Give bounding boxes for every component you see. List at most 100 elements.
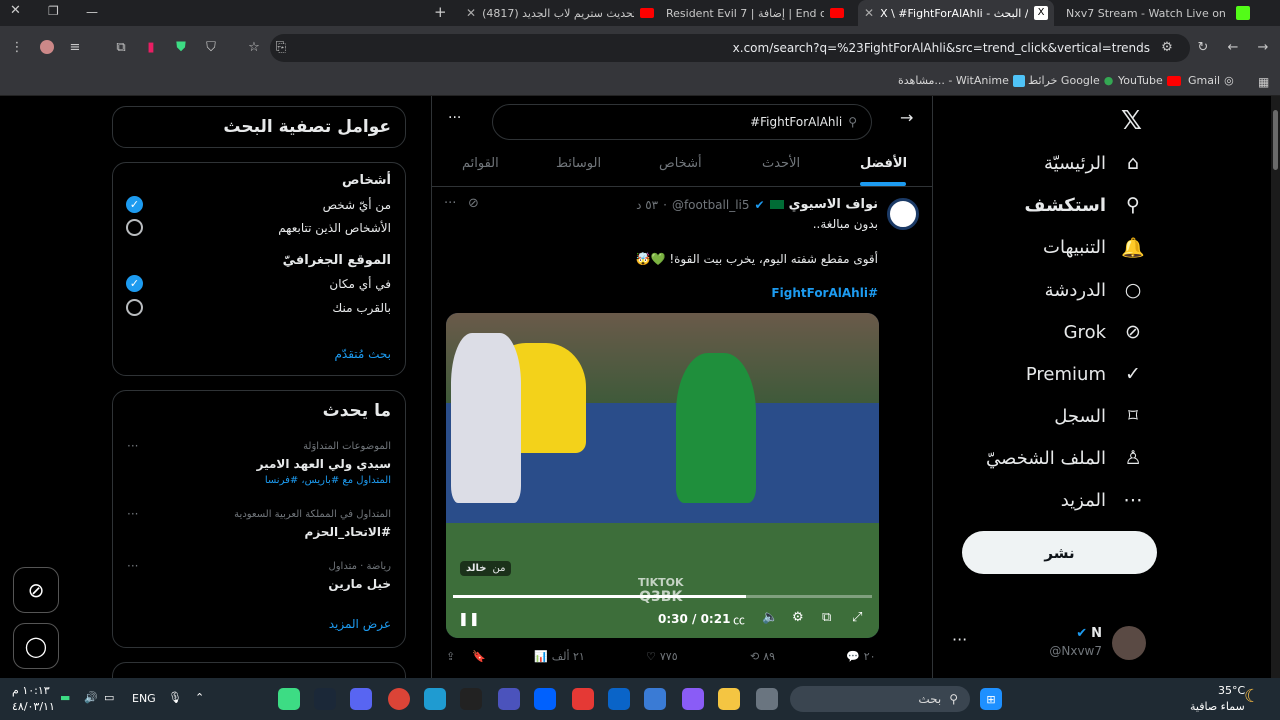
more-icon[interactable]: ··· xyxy=(127,507,138,521)
discord-icon[interactable] xyxy=(350,688,372,710)
fullscreen-icon[interactable]: ⤢ xyxy=(852,610,862,625)
scrollbar-thumb[interactable] xyxy=(1273,110,1278,170)
nav-item-grok[interactable]: Grok ⊘ xyxy=(1064,321,1144,343)
people-option-following[interactable]: الأشخاص الذين تتابعهم xyxy=(278,221,391,235)
advanced-search-link[interactable]: بحث مُتقدّم xyxy=(334,347,391,361)
nav-item-more[interactable]: المزيد ⋯ xyxy=(1061,489,1144,511)
location-option-anywhere[interactable]: في أي مكان xyxy=(329,277,391,291)
copilot-icon[interactable] xyxy=(682,688,704,710)
close-window-icon[interactable]: ✕ xyxy=(10,3,21,18)
restore-icon[interactable]: ❐ xyxy=(48,4,59,18)
nav-item-home[interactable]: الرئيسيّة ⌂ xyxy=(1044,152,1144,174)
tab-top[interactable]: الأفضل xyxy=(860,156,907,171)
bookmark-button[interactable]: 🔖 xyxy=(472,650,486,663)
tweet-hashtag[interactable]: #FightForAlAhli xyxy=(771,286,878,300)
teams-icon[interactable] xyxy=(498,688,520,710)
epic-games-icon[interactable] xyxy=(460,688,482,710)
bookmark-maps[interactable]: خرائط Google ● xyxy=(1028,74,1113,87)
battery-icon[interactable]: ▬ xyxy=(60,691,70,704)
location-near-radio[interactable] xyxy=(126,299,143,316)
tray-expand-icon[interactable]: ⌃ xyxy=(195,691,204,704)
extensions-icon[interactable]: ⧉ xyxy=(112,40,130,55)
nav-item-profile[interactable]: الملف الشخصيّ ♙ xyxy=(986,447,1144,469)
grok-icon[interactable]: ⊘ xyxy=(468,196,479,211)
tab-lists[interactable]: القوائم xyxy=(462,156,499,171)
mic-icon[interactable]: 🎙 xyxy=(168,691,182,704)
tweet-avatar[interactable] xyxy=(887,198,919,230)
nav-item-bell[interactable]: التنبيهات 🔔 xyxy=(1043,236,1145,259)
weather-moon-icon[interactable]: ☾ xyxy=(1244,686,1260,707)
more-icon[interactable]: ··· xyxy=(127,559,138,573)
like-button[interactable]: ♡ ٧٧٥ xyxy=(646,650,678,663)
language-indicator[interactable]: ENG xyxy=(132,692,156,705)
outlook-icon[interactable] xyxy=(608,688,630,710)
tab-media[interactable]: الوسائط xyxy=(556,156,601,171)
app-icon[interactable] xyxy=(756,688,778,710)
x-logo-icon[interactable]: 𝕏 xyxy=(1121,106,1142,136)
menu-icon[interactable]: ⋮ xyxy=(8,40,26,55)
bookmark-youtube[interactable]: YouTube xyxy=(1118,74,1181,87)
red-app-icon[interactable] xyxy=(572,688,594,710)
forward-icon[interactable]: → xyxy=(1254,40,1272,55)
location-anywhere-radio[interactable]: ✓ xyxy=(126,275,143,292)
messages-floating-button[interactable]: ◯ xyxy=(13,623,59,669)
show-more-link[interactable]: عرض المزيد xyxy=(329,617,391,631)
post-button[interactable]: نشر xyxy=(962,531,1157,574)
extension-icon[interactable]: ▮ xyxy=(142,40,160,55)
people-option-anyone[interactable]: من أيّ شخص xyxy=(323,198,391,212)
reload-icon[interactable]: ↻ xyxy=(1194,40,1212,55)
store-icon[interactable] xyxy=(644,688,666,710)
captions-icon[interactable]: ㏄ xyxy=(733,611,745,628)
tab-latest[interactable]: الأحدث xyxy=(762,156,800,171)
minimize-icon[interactable]: — xyxy=(86,5,98,19)
account-switcher[interactable]: ✔ N @Nxvw7 ··· xyxy=(952,624,1152,662)
site-settings-icon[interactable]: ⚙ xyxy=(1158,40,1176,55)
back-arrow-icon[interactable]: → xyxy=(900,108,913,127)
more-icon[interactable]: ··· xyxy=(952,630,967,649)
steam-icon[interactable] xyxy=(314,688,336,710)
start-button[interactable]: ⊞ xyxy=(980,688,1002,710)
tab-streamlabs[interactable]: ✕ (4817) تحديث ستريم لاب الجديد xyxy=(460,0,660,26)
close-tab-icon[interactable]: ✕ xyxy=(466,6,476,20)
more-options-icon[interactable]: ··· xyxy=(448,110,461,126)
video-progress-track[interactable] xyxy=(453,595,872,598)
back-icon[interactable]: ← xyxy=(1224,40,1242,55)
grok-floating-button[interactable]: ⊘ xyxy=(13,567,59,613)
page-scrollbar[interactable] xyxy=(1271,96,1280,678)
tweet-video[interactable]: خالد من TIKTOK Q3BK ❚❚ 0:30 / 0:21 ㏄ 🔈 ⚙… xyxy=(446,313,879,638)
bookmark-gmail[interactable]: Gmail ◎ xyxy=(1188,74,1234,87)
taskbar-search[interactable]: بحث ⚲ xyxy=(790,686,970,712)
clock-date[interactable]: ٤٨/٠٣/١١ xyxy=(12,700,55,713)
playlist-icon[interactable]: ≡ xyxy=(66,40,84,55)
reply-button[interactable]: 💬 ٢٠ xyxy=(846,650,876,663)
more-icon[interactable]: ··· xyxy=(127,439,138,453)
xbox-icon[interactable] xyxy=(278,688,300,710)
search-input[interactable]: #FightForAlAhli ⚲ xyxy=(492,104,872,140)
shield-outline-icon[interactable]: ⛉ xyxy=(202,40,220,55)
share-button[interactable]: ⇪ xyxy=(446,650,455,663)
people-anyone-radio[interactable]: ✓ xyxy=(126,196,143,213)
volume-icon[interactable]: 🔊 xyxy=(84,691,98,704)
file-explorer-icon[interactable] xyxy=(718,688,740,710)
nav-item-search[interactable]: استكشف ⚲ xyxy=(1025,194,1144,216)
retweet-button[interactable]: ⟲ ٨٩ xyxy=(750,650,775,663)
star-icon[interactable]: ☆ xyxy=(245,40,263,55)
bookmark-witanime[interactable]: مشاهدة... - WitAnime xyxy=(898,74,1025,87)
new-tab-button[interactable]: + xyxy=(434,3,447,21)
nav-item-verified[interactable]: Premium ✓ xyxy=(1026,363,1144,385)
volume-icon[interactable]: 🔈 xyxy=(762,610,778,625)
shield-icon[interactable]: ⛊ xyxy=(172,40,190,55)
views-button[interactable]: 📊 ٢١ ألف xyxy=(534,650,585,663)
pause-icon[interactable]: ❚❚ xyxy=(458,612,480,627)
edge-icon[interactable] xyxy=(424,688,446,710)
tab-kick-stream[interactable]: Nxv7 Stream - Watch Live on K xyxy=(1060,0,1256,26)
people-following-radio[interactable] xyxy=(126,219,143,236)
network-icon[interactable]: ▭ xyxy=(104,691,114,704)
more-icon[interactable]: ··· xyxy=(444,196,456,211)
nav-item-bookmark[interactable]: السجل ⌑ xyxy=(1054,405,1144,427)
clock-time[interactable]: ١٠:١٣ م xyxy=(12,684,50,697)
location-option-near[interactable]: بالقرب منك xyxy=(332,301,391,315)
tab-resident-evil[interactable]: Resident Evil 7 | إضافة | End of Z xyxy=(660,0,850,26)
tab-people[interactable]: أشخاص xyxy=(659,156,702,171)
close-tab-icon[interactable]: ✕ xyxy=(864,6,874,20)
